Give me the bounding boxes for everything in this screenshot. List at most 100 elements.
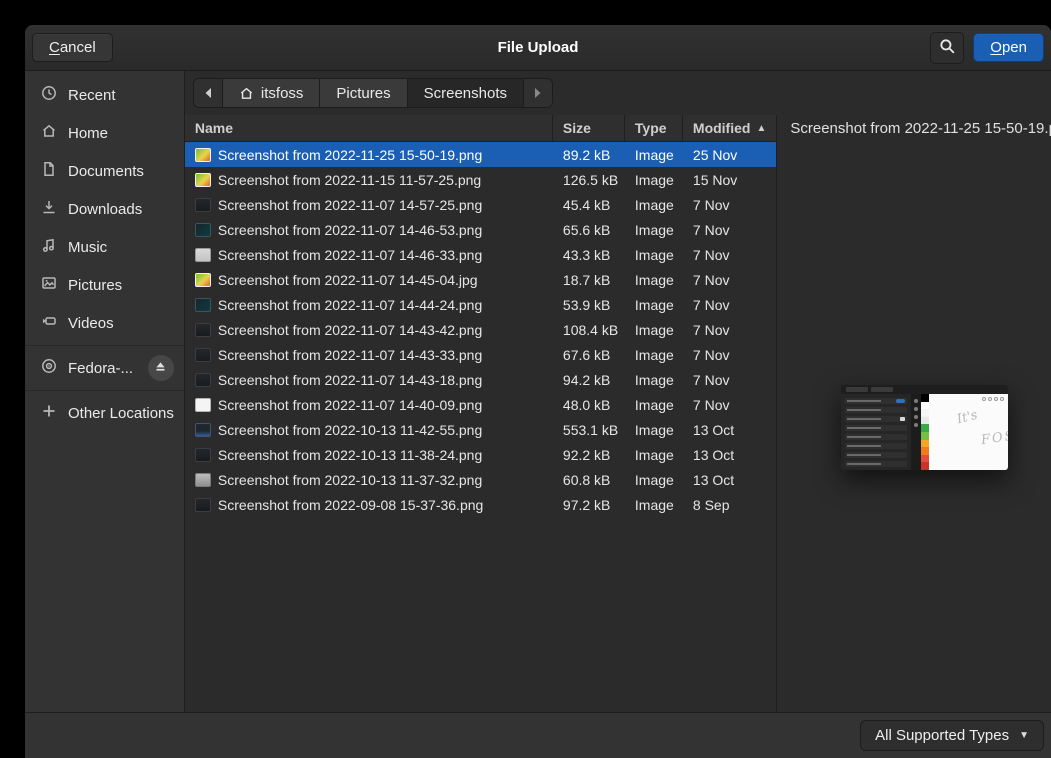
file-type: Image [625, 372, 683, 388]
thumb-settings-panel [841, 394, 911, 470]
column-header-modified[interactable]: Modified ▲ [683, 115, 776, 141]
file-name-cell: Screenshot from 2022-10-13 11-37-32.png [185, 472, 553, 488]
sidebar-item-pictures[interactable]: Pictures [25, 266, 184, 304]
sidebar-item-music[interactable]: Music [25, 228, 184, 266]
file-thumbnail-icon [195, 148, 211, 162]
column-header-type[interactable]: Type [625, 115, 683, 141]
file-name-cell: Screenshot from 2022-11-07 14-57-25.png [185, 197, 553, 213]
sidebar-item-home[interactable]: Home [25, 114, 184, 152]
file-size: 18.7 kB [553, 272, 625, 288]
file-size: 94.2 kB [553, 372, 625, 388]
file-thumbnail-icon [195, 373, 211, 387]
sidebar-item-label: Videos [68, 315, 174, 332]
path-segment-pictures[interactable]: Pictures [320, 79, 407, 107]
sidebar-item-other-locations[interactable]: Other Locations [25, 394, 184, 432]
cancel-button[interactable]: Cancel [32, 33, 113, 62]
file-name-cell: Screenshot from 2022-10-13 11-42-55.png [185, 422, 553, 438]
file-name: Screenshot from 2022-11-07 14-43-18.png [218, 372, 482, 388]
sidebar-item-fedora[interactable]: Fedora-... [25, 349, 184, 387]
home-icon [41, 123, 57, 143]
path-bar: itsfoss Pictures Screenshots [193, 78, 553, 108]
file-row[interactable]: Screenshot from 2022-11-07 14-43-42.png 1… [185, 317, 776, 342]
sidebar-item-label: Music [68, 239, 174, 256]
file-type: Image [625, 472, 683, 488]
file-type: Image [625, 197, 683, 213]
file-modified: 13 Oct [683, 422, 776, 438]
column-header-size[interactable]: Size [553, 115, 625, 141]
dialog-title: File Upload [25, 39, 1051, 56]
file-size: 67.6 kB [553, 347, 625, 363]
file-row[interactable]: Screenshot from 2022-10-13 11-42-55.png5… [185, 417, 776, 442]
file-name: Screenshot from 2022-11-07 14-43-42.png [218, 322, 482, 338]
file-row[interactable]: Screenshot from 2022-11-07 14-46-33.png4… [185, 242, 776, 267]
file-row[interactable]: Screenshot from 2022-11-07 14-46-53.png6… [185, 217, 776, 242]
file-thumbnail-icon [195, 273, 211, 287]
file-type: Image [625, 297, 683, 313]
file-type-filter-dropdown[interactable]: All Supported Types ▼ [860, 720, 1044, 751]
file-name: Screenshot from 2022-10-13 11-42-55.png [218, 422, 482, 438]
file-type: Image [625, 447, 683, 463]
column-header-name[interactable]: Name [185, 115, 553, 141]
file-name-cell: Screenshot from 2022-11-07 14-40-09.png [185, 397, 553, 413]
file-type: Image [625, 422, 683, 438]
path-segment-itsfoss[interactable]: itsfoss [223, 79, 321, 107]
file-name: Screenshot from 2022-11-15 11-57-25.png [218, 172, 481, 188]
file-thumbnail-icon [195, 348, 211, 362]
sidebar-item-downloads[interactable]: Downloads [25, 190, 184, 228]
sidebar-separator [25, 390, 184, 391]
open-button[interactable]: Open [973, 33, 1044, 62]
file-name-cell: Screenshot from 2022-11-07 14-43-42.png [185, 322, 553, 338]
file-row[interactable]: Screenshot from 2022-11-07 14-43-33.png6… [185, 342, 776, 367]
path-forward-button[interactable] [524, 79, 552, 107]
preview-pane: Screenshot from 2022-11-25 15-50-19.png [777, 115, 1051, 712]
file-row[interactable]: Screenshot from 2022-10-13 11-37-32.png6… [185, 467, 776, 492]
file-thumbnail-icon [195, 398, 211, 412]
chevron-left-icon [203, 87, 213, 99]
eject-button[interactable] [148, 355, 174, 381]
file-size: 108.4 kB [553, 322, 625, 338]
file-row[interactable]: Screenshot from 2022-11-15 11-57-25.png1… [185, 167, 776, 192]
file-row[interactable]: Screenshot from 2022-10-13 11-38-24.png9… [185, 442, 776, 467]
file-thumbnail-icon [195, 323, 211, 337]
sidebar-item-recent[interactable]: Recent [25, 76, 184, 114]
file-thumbnail-icon [195, 223, 211, 237]
file-type: Image [625, 322, 683, 338]
file-row[interactable]: Screenshot from 2022-11-07 14-43-18.png 9… [185, 367, 776, 392]
thumb-app-header [841, 385, 1008, 394]
file-size: 89.2 kB [553, 147, 625, 163]
file-modified: 13 Oct [683, 472, 776, 488]
sidebar-item-label: Recent [68, 87, 174, 104]
path-segment-label: Pictures [336, 85, 390, 102]
file-modified: 7 Nov [683, 197, 776, 213]
sidebar-item-label: Other Locations [68, 405, 174, 422]
file-name-cell: Screenshot from 2022-11-15 11-57-25.png [185, 172, 553, 188]
sidebar-item-documents[interactable]: Documents [25, 152, 184, 190]
file-size: 48.0 kB [553, 397, 625, 413]
file-modified: 7 Nov [683, 372, 776, 388]
file-size: 97.2 kB [553, 497, 625, 513]
search-button[interactable] [930, 32, 964, 64]
file-row[interactable]: Screenshot from 2022-11-07 14-40-09.png4… [185, 392, 776, 417]
file-modified: 7 Nov [683, 247, 776, 263]
sidebar-item-videos[interactable]: Videos [25, 304, 184, 342]
file-name-cell: Screenshot from 2022-11-07 14-43-18.png [185, 372, 553, 388]
file-modified: 8 Sep [683, 497, 776, 513]
file-name: Screenshot from 2022-11-07 14-44-24.png [218, 297, 482, 313]
file-row[interactable]: Screenshot from 2022-09-08 15-37-36.png9… [185, 492, 776, 517]
path-back-button[interactable] [194, 79, 223, 107]
sidebar-item-label: Pictures [68, 277, 174, 294]
path-segment-screenshots[interactable]: Screenshots [408, 79, 524, 107]
file-thumbnail-icon [195, 248, 211, 262]
file-rows: Screenshot from 2022-11-25 15-50-19.png8… [185, 142, 776, 712]
file-modified: 7 Nov [683, 272, 776, 288]
file-size: 53.9 kB [553, 297, 625, 313]
file-row[interactable]: Screenshot from 2022-11-07 14-45-04.jpg1… [185, 267, 776, 292]
file-row-selected[interactable]: Screenshot from 2022-11-25 15-50-19.png8… [185, 142, 776, 167]
document-icon [41, 161, 57, 181]
file-row[interactable]: Screenshot from 2022-11-07 14-44-24.png 5… [185, 292, 776, 317]
thumb-whiteboard-canvas: It's FOSS [929, 394, 1008, 470]
file-row[interactable]: Screenshot from 2022-11-07 14-57-25.png4… [185, 192, 776, 217]
thumb-tool-strip [911, 394, 921, 470]
preview-thumbnail: It's FOSS [841, 385, 1008, 470]
path-segment-label: Screenshots [424, 85, 507, 102]
